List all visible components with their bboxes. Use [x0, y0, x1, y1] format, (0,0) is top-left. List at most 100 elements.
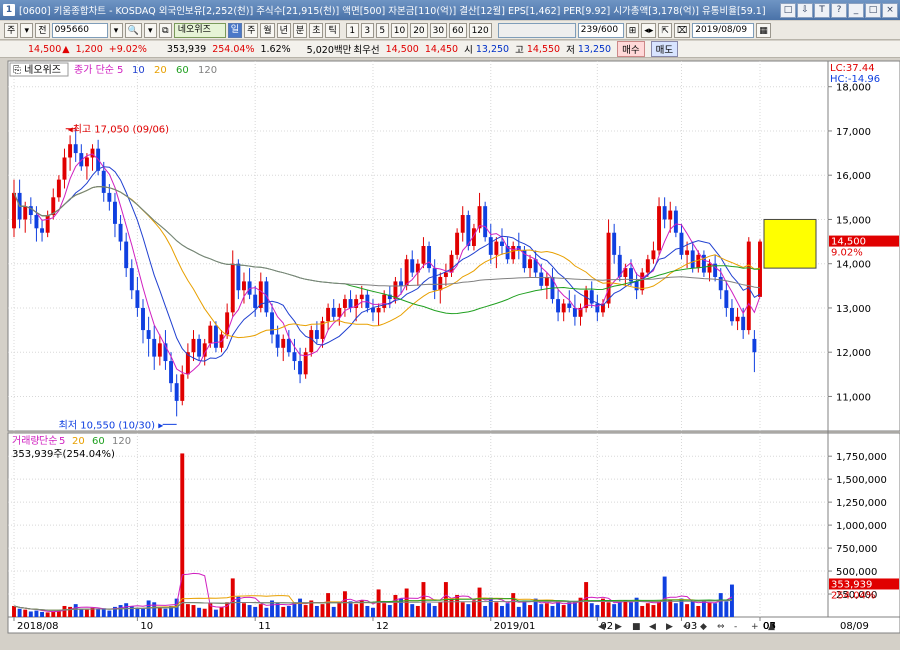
footer-nav-icon-3[interactable]: ◀ [649, 622, 656, 632]
footer-nav-icon-5[interactable]: ↔ [683, 622, 691, 632]
candle-body [595, 303, 600, 313]
lc-label: LC:37.44 [830, 63, 875, 74]
interval-button-6[interactable]: 60 [449, 22, 467, 38]
search-icon[interactable]: 🔍 [124, 22, 142, 38]
footer-nav-icon-2[interactable]: ■ [632, 622, 641, 632]
candle-body [735, 316, 740, 322]
hc-label: HC:-14.96 [830, 74, 880, 85]
volume-bar [713, 603, 718, 617]
footer-nav-icon-0[interactable]: ◀ [598, 622, 605, 632]
market-dropdown-icon[interactable]: ▾ [20, 22, 34, 38]
turnover-rate: 1.62% [260, 43, 291, 55]
volume-bar [645, 603, 650, 617]
candle-body [556, 299, 561, 313]
interval-button-2[interactable]: 5 [375, 22, 389, 38]
toolbar-nav-icon-3[interactable]: ⌧ [673, 22, 691, 38]
window-button-5[interactable]: □ [865, 3, 881, 18]
volume-bar [258, 604, 263, 617]
stock-name-field[interactable]: 네오위즈 [173, 22, 226, 38]
window-button-3[interactable]: ? [831, 3, 847, 18]
code-dropdown-icon[interactable]: ▾ [109, 22, 123, 38]
window-button-4[interactable]: _ [848, 3, 864, 18]
candle-body [281, 338, 286, 348]
period-button-5[interactable]: 틱 [325, 22, 340, 38]
price-legend-4: 60 [176, 65, 189, 76]
interval-button-4[interactable]: 20 [410, 22, 428, 38]
candle-body [174, 383, 179, 401]
volume-bar [253, 606, 258, 617]
date-field[interactable]: 2019/08/09 [692, 22, 755, 38]
price-tick-label: 11,000 [836, 392, 871, 403]
footer-nav-icon-1[interactable]: ▶ [615, 622, 622, 632]
volume-bar [466, 604, 471, 617]
period-button-2[interactable]: 년 [276, 22, 291, 38]
interval-button-5[interactable]: 30 [429, 22, 448, 38]
volume-bar [191, 605, 196, 617]
candle-body [56, 179, 61, 198]
volume-bar [219, 606, 224, 617]
candle-body [107, 192, 112, 202]
period-day-button[interactable]: 일 [227, 22, 243, 38]
volume-bar [365, 605, 370, 617]
stock-code-input[interactable]: 095660 [51, 22, 108, 38]
stock-chart[interactable]: 11,000 12,000 13,000 14,000 15,000 16,000 17,0… [0, 59, 900, 650]
data-count-field[interactable]: 239/600 [577, 22, 624, 38]
candle-body [208, 325, 213, 344]
volume-bar [572, 601, 577, 617]
interval-input[interactable] [497, 22, 576, 38]
volume-bar [511, 593, 516, 617]
window-badge: 1 [3, 4, 15, 16]
candle-body [483, 206, 488, 238]
volume-bar [528, 605, 532, 617]
sell-button[interactable]: 매도 [650, 41, 679, 57]
volume-bar [668, 600, 673, 617]
footer-nav-icon-10[interactable]: ▲ [768, 622, 775, 632]
interval-button-0[interactable]: 1 [345, 22, 359, 38]
toolbar-nav-icon-1[interactable]: ◂▸ [641, 22, 657, 38]
candle-body [438, 276, 443, 291]
candle-body [264, 281, 269, 313]
price-tick-label: 13,000 [836, 304, 871, 315]
interval-button-3[interactable]: 10 [390, 22, 409, 38]
toolbar-nav-icon-2[interactable]: ⇱ [658, 22, 672, 38]
volume-bar [701, 600, 706, 617]
candle-body [404, 259, 409, 286]
interval-button-7[interactable]: 120 [468, 22, 492, 38]
buy-button[interactable]: 매수 [617, 41, 645, 57]
interval-button-1[interactable]: 3 [360, 22, 374, 38]
candle-body [242, 281, 246, 291]
candle-body [270, 312, 274, 335]
volume-bar [427, 603, 432, 617]
window-button-6[interactable]: × [882, 3, 898, 18]
footer-nav-icon-9[interactable]: + [751, 622, 759, 632]
volume-bar [348, 601, 353, 617]
last-pct-tag: 9.02% [831, 248, 863, 259]
period-button-1[interactable]: 월 [260, 22, 275, 38]
market-stock-button[interactable]: 주 [4, 22, 19, 38]
window-button-1[interactable]: ⇩ [797, 3, 813, 18]
volume-bar [382, 603, 387, 617]
calendar-icon[interactable]: ▦ [756, 22, 771, 38]
market-all-button[interactable]: 전 [35, 22, 50, 38]
open-price: 13,250 [475, 43, 510, 55]
toolbar-nav-icon-0[interactable]: ⊞ [625, 22, 640, 38]
window-button-0[interactable]: □ [780, 3, 796, 18]
footer-nav-icon-8[interactable]: - [734, 622, 737, 632]
period-button-0[interactable]: 주 [244, 22, 259, 38]
volume-bar [640, 605, 645, 617]
footer-nav-icon-6[interactable]: ◆ [700, 622, 707, 632]
copy-icon[interactable]: ⧉ [158, 22, 172, 38]
candle-body [673, 210, 678, 233]
period-button-4[interactable]: 초 [309, 22, 324, 38]
window-button-2[interactable]: T [814, 3, 830, 18]
window-title: [0600] 키움종합차트 - KOSDAQ 외국인보유[2,252(천)] 주… [19, 6, 766, 17]
footer-nav-icon-4[interactable]: ▶ [666, 622, 673, 632]
candle-body [129, 268, 134, 291]
period-button-3[interactable]: 분 [292, 22, 308, 38]
volume-bar [337, 603, 342, 617]
search-dropdown-icon[interactable]: ▾ [143, 22, 157, 38]
date-tick-label: 11 [258, 621, 271, 632]
volume-bar [326, 593, 331, 617]
volume-bar [152, 602, 157, 617]
footer-nav-icon-7[interactable]: ⇔ [717, 622, 725, 632]
